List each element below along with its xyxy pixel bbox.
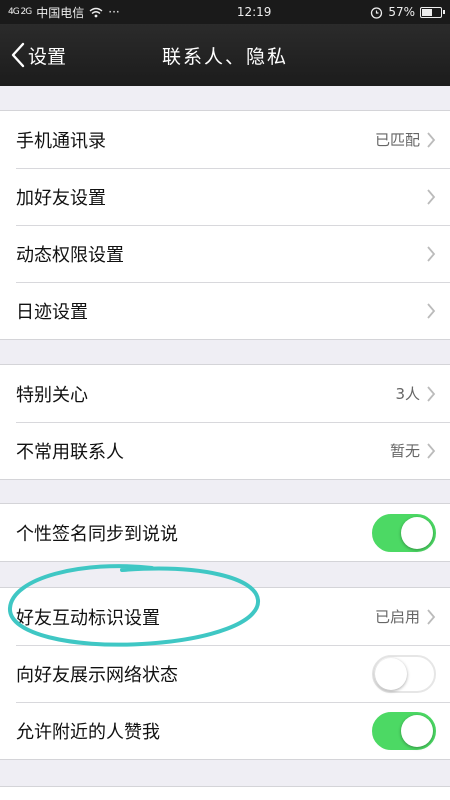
chevron-right-icon <box>427 131 436 148</box>
chevron-left-icon <box>11 42 25 68</box>
row-phone-contacts[interactable]: 手机通讯录 已匹配 <box>0 111 450 168</box>
group-account: 手机通讯录 已匹配 加好友设置 动态权限设置 日迹设置 <box>0 111 450 339</box>
row-value: 已启用 <box>374 608 420 626</box>
signature-sync-toggle[interactable] <box>372 513 436 552</box>
clock-time: 12:19 <box>236 5 272 19</box>
battery-icon <box>420 6 445 18</box>
row-label: 日迹设置 <box>16 301 88 323</box>
row-label: 允许附近的人赞我 <box>16 721 160 743</box>
row-value: 已匹配 <box>374 131 420 149</box>
row-nearby-likes[interactable]: 允许附近的人赞我 <box>0 702 450 759</box>
divider <box>0 759 450 760</box>
row-value: 3人 <box>395 385 420 403</box>
row-label: 好友互动标识设置 <box>16 607 160 629</box>
next-section-peek <box>0 787 450 800</box>
network-status-toggle[interactable] <box>372 654 436 693</box>
chevron-right-icon <box>427 245 436 262</box>
group-contacts: 特别关心 3人 不常用联系人 暂无 <box>0 365 450 479</box>
battery-percent: 57% <box>388 5 415 19</box>
group-privacy: 个性签名同步到说说 <box>0 504 450 561</box>
row-label: 动态权限设置 <box>16 244 124 266</box>
back-button[interactable]: 设置 <box>10 24 66 86</box>
divider <box>0 479 450 480</box>
chevron-right-icon <box>427 608 436 625</box>
row-infrequent-contacts[interactable]: 不常用联系人 暂无 <box>0 422 450 479</box>
row-daily-trace[interactable]: 日迹设置 <box>0 282 450 339</box>
back-label: 设置 <box>28 45 67 68</box>
status-bar: 4G 2G 中国电信 ··· 12:19 57% <box>0 0 450 24</box>
row-feed-permission[interactable]: 动态权限设置 <box>0 225 450 282</box>
row-label: 不常用联系人 <box>16 441 124 463</box>
row-label: 手机通讯录 <box>16 130 106 152</box>
more-dots: ··· <box>108 5 120 19</box>
battery-fill <box>422 8 432 16</box>
row-signature-sync[interactable]: 个性签名同步到说说 <box>0 504 450 561</box>
signal-icon: 4G 2G <box>8 6 32 17</box>
chevron-right-icon <box>427 302 436 319</box>
row-label: 向好友展示网络状态 <box>16 664 178 686</box>
toggle-knob <box>375 657 407 690</box>
toggle-knob <box>401 516 433 549</box>
row-special-care[interactable]: 特别关心 3人 <box>0 365 450 422</box>
nav-bar: 设置 联系人、隐私 <box>0 24 450 86</box>
row-value: 暂无 <box>389 442 420 460</box>
divider <box>0 561 450 562</box>
page-title: 联系人、隐私 <box>161 45 288 68</box>
row-label: 加好友设置 <box>16 187 106 209</box>
chevron-right-icon <box>427 442 436 459</box>
wifi-icon <box>89 7 103 17</box>
toggle-knob <box>401 714 433 747</box>
row-show-network-status[interactable]: 向好友展示网络状态 <box>0 645 450 702</box>
carrier-label: 中国电信 <box>36 5 85 20</box>
group-interaction: 好友互动标识设置 已启用 向好友展示网络状态 允许附近的人赞我 <box>0 588 450 759</box>
nearby-likes-toggle[interactable] <box>372 711 436 750</box>
row-friend-interaction-badge[interactable]: 好友互动标识设置 已启用 <box>0 588 450 645</box>
chevron-right-icon <box>427 188 436 205</box>
row-add-friend-settings[interactable]: 加好友设置 <box>0 168 450 225</box>
divider <box>0 339 450 340</box>
chevron-right-icon <box>427 385 436 402</box>
row-label: 特别关心 <box>16 384 88 406</box>
row-label: 个性签名同步到说说 <box>16 523 178 545</box>
alarm-icon <box>371 6 383 19</box>
